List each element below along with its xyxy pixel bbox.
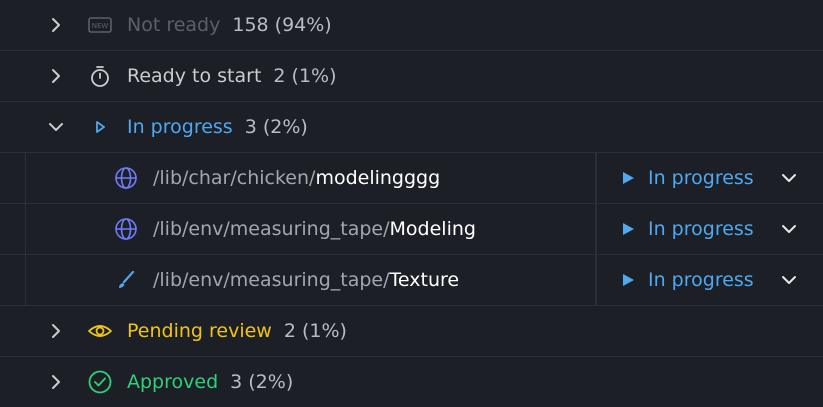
group-count: 3 (2%) <box>244 116 308 138</box>
group-count: 2 (1%) <box>273 65 337 87</box>
task-dir: /lib/env/measuring_tape/ <box>153 218 390 240</box>
task-path[interactable]: /lib/env/measuring_tape/Texture <box>153 255 459 305</box>
status-label: In progress <box>648 218 754 240</box>
tree-guide-line <box>25 255 26 305</box>
status-dropdown[interactable]: In progress <box>598 204 823 254</box>
svg-text:NEW: NEW <box>92 22 109 30</box>
task-status-list: NEW Not ready 158 (94%) Ready to start 2 (… <box>0 0 823 407</box>
group-label: Ready to start <box>127 65 262 87</box>
task-dir: /lib/char/chicken/ <box>153 167 316 189</box>
group-row-in-progress[interactable]: In progress 3 (2%) <box>0 102 823 153</box>
chevron-down-icon[interactable] <box>46 117 66 137</box>
group-count: 2 (1%) <box>283 320 347 342</box>
chevron-right-icon[interactable] <box>46 321 66 341</box>
group-row-approved[interactable]: Approved 3 (2%) <box>0 357 823 407</box>
chevron-right-icon[interactable] <box>46 15 66 35</box>
task-dir: /lib/env/measuring_tape/ <box>153 269 390 291</box>
task-row[interactable]: /lib/env/measuring_tape/Modeling In prog… <box>0 204 823 255</box>
task-name: Modeling <box>389 218 476 240</box>
chevron-down-icon[interactable] <box>779 270 799 290</box>
task-row[interactable]: /lib/char/chicken/modelingggg In progres… <box>0 153 823 204</box>
chevron-down-icon[interactable] <box>779 168 799 188</box>
chevron-down-icon[interactable] <box>779 219 799 239</box>
tree-guide-line <box>25 204 26 254</box>
group-count: 3 (2%) <box>230 371 294 393</box>
column-divider <box>595 153 597 203</box>
group-label: Approved <box>127 371 219 393</box>
group-count: 158 (94%) <box>232 14 332 36</box>
group-label: In progress <box>127 116 233 138</box>
status-dropdown[interactable]: In progress <box>598 255 823 305</box>
play-icon <box>623 274 634 286</box>
brush-icon <box>119 270 135 288</box>
task-path[interactable]: /lib/env/measuring_tape/Modeling <box>153 204 476 254</box>
play-icon <box>623 223 634 235</box>
chevron-right-icon[interactable] <box>46 372 66 392</box>
check-circle-icon <box>88 370 112 394</box>
stopwatch-icon <box>91 66 109 87</box>
eye-icon <box>88 325 112 337</box>
new-badge-icon: NEW <box>88 17 112 33</box>
task-name: Texture <box>389 269 460 291</box>
play-icon <box>623 172 634 184</box>
globe-icon <box>115 167 137 189</box>
column-divider <box>595 255 597 305</box>
group-row-pending-review[interactable]: Pending review 2 (1%) <box>0 306 823 357</box>
status-label: In progress <box>648 269 754 291</box>
group-row-not-ready[interactable]: NEW Not ready 158 (94%) <box>0 0 823 51</box>
column-divider <box>595 204 597 254</box>
tree-guide-line <box>25 153 26 203</box>
chevron-right-icon[interactable] <box>46 66 66 86</box>
group-row-ready-to-start[interactable]: Ready to start 2 (1%) <box>0 51 823 102</box>
status-label: In progress <box>648 167 754 189</box>
task-row[interactable]: /lib/env/measuring_tape/Texture In progr… <box>0 255 823 306</box>
status-dropdown[interactable]: In progress <box>598 153 823 203</box>
globe-icon <box>115 218 137 240</box>
group-label: Pending review <box>127 320 272 342</box>
task-path[interactable]: /lib/char/chicken/modelingggg <box>153 153 440 203</box>
play-outline-icon <box>96 121 105 133</box>
task-name: modelingggg <box>315 167 441 189</box>
group-label: Not ready <box>127 14 221 36</box>
